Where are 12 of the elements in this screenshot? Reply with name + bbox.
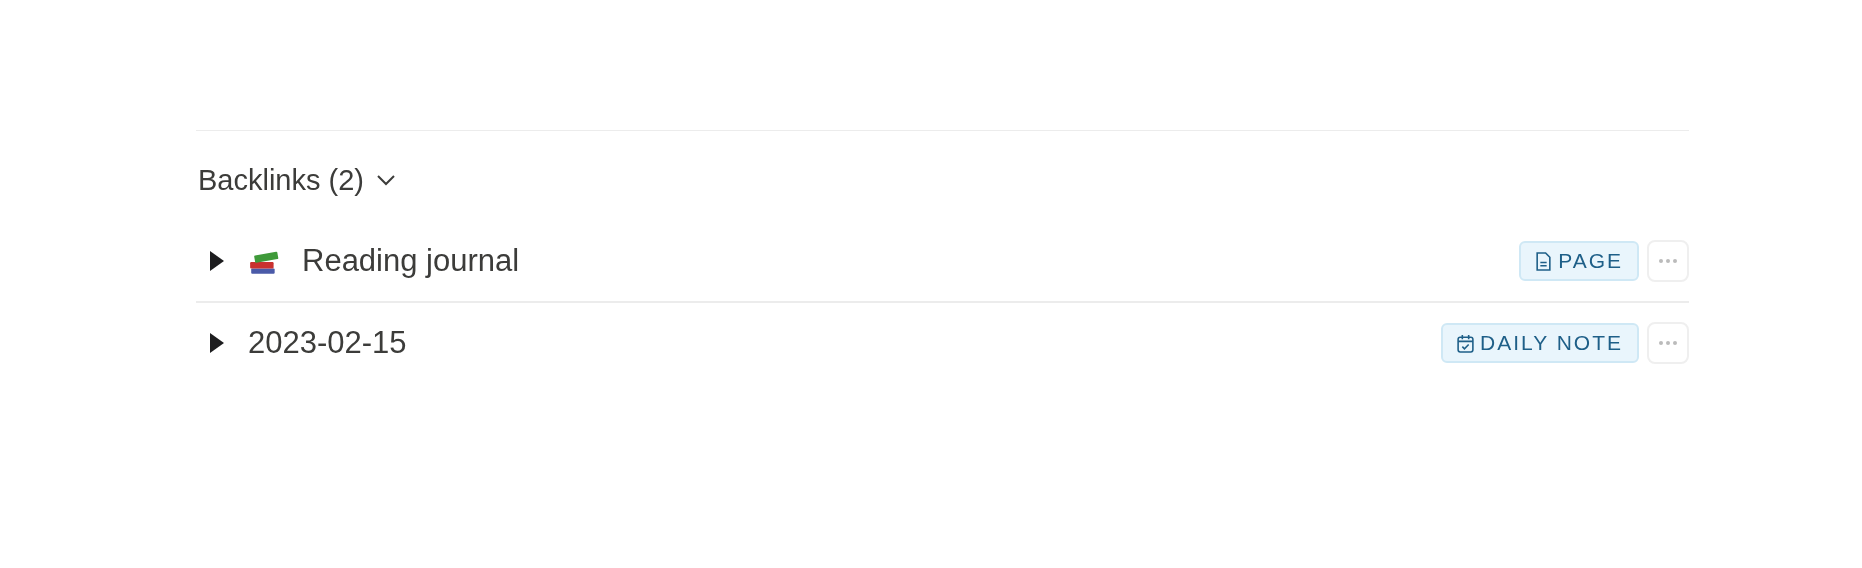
calendar-icon xyxy=(1457,333,1475,353)
type-tag: PAGE xyxy=(1519,241,1639,281)
triangle-icon[interactable] xyxy=(208,331,226,355)
backlink-title[interactable]: Reading journal xyxy=(302,243,1520,279)
ellipsis-icon xyxy=(1658,258,1678,264)
triangle-icon[interactable] xyxy=(208,249,226,273)
document-icon xyxy=(1535,251,1553,271)
type-tag: DAILY NOTE xyxy=(1441,323,1639,363)
chevron-icon[interactable] xyxy=(376,174,396,186)
ellipsis-icon xyxy=(1658,340,1678,346)
backlinks-heading: Backlinks (2) xyxy=(198,163,364,197)
backlink-title[interactable]: 2023-02-15 xyxy=(248,325,1442,361)
